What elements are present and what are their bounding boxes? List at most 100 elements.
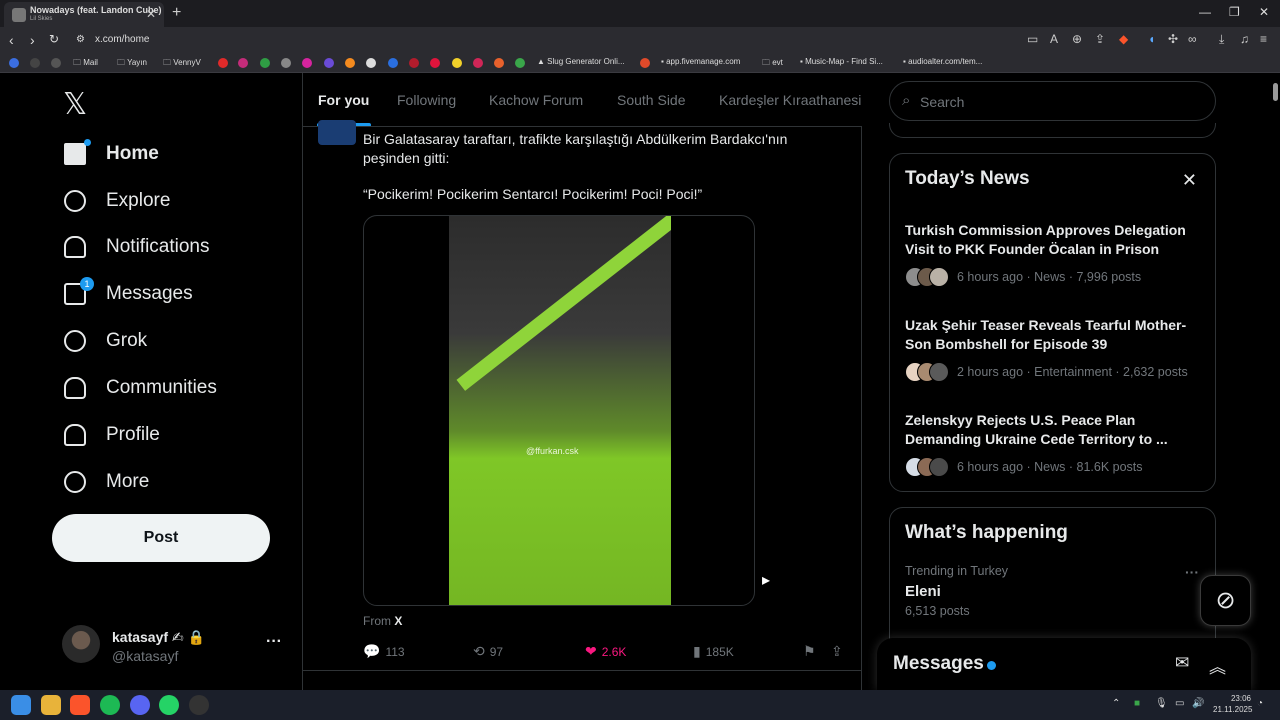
back-icon[interactable]: ‹	[9, 32, 14, 48]
notification-icon[interactable]: ◔	[1257, 698, 1263, 709]
bookmark-icon[interactable]	[302, 58, 312, 68]
app-icon[interactable]	[189, 695, 209, 715]
site-info-icon[interactable]: ⚙	[76, 34, 85, 45]
translate-icon[interactable]: A	[1050, 32, 1058, 46]
url-field[interactable]: x.com/home	[95, 34, 149, 45]
bookmark-icon[interactable]	[640, 58, 650, 68]
tab-south-side[interactable]: South Side	[617, 92, 686, 108]
post-source-link[interactable]: X	[394, 614, 402, 628]
more-dots-icon[interactable]: ···	[266, 633, 282, 651]
bookmark-fivemanage[interactable]: ▪ app.fivemanage.com	[661, 57, 740, 66]
bookmark-icon[interactable]	[388, 58, 398, 68]
nav-explore[interactable]: Explore	[64, 183, 170, 219]
nav-messages[interactable]: 1 Messages	[64, 276, 193, 312]
bookmark-icon[interactable]	[238, 58, 248, 68]
views-button[interactable]: ▮ 185K	[693, 643, 734, 660]
discord-icon[interactable]	[130, 695, 150, 715]
more-dots-icon[interactable]: ···	[1185, 564, 1199, 580]
new-message-icon[interactable]: ✉	[1175, 653, 1189, 673]
tray-app-icon[interactable]: ■	[1134, 698, 1140, 709]
forward-icon[interactable]: ›	[30, 32, 35, 48]
tab-close-icon[interactable]: ✕	[146, 7, 156, 21]
bookmark-icon[interactable]	[51, 58, 61, 68]
post-video[interactable]: @ffurkan.csk	[363, 215, 755, 606]
close-icon[interactable]: ✕	[1182, 170, 1197, 191]
bookmark-mail[interactable]: 🗀 Mail	[73, 57, 98, 71]
nav-notifications[interactable]: Notifications	[64, 229, 210, 265]
search-box[interactable]: ⌕ Search	[889, 81, 1216, 121]
bookmark-icon[interactable]	[30, 58, 40, 68]
bookmark-icon[interactable]	[430, 58, 440, 68]
bookmark-icon[interactable]	[366, 58, 376, 68]
x-logo-icon[interactable]: 𝕏	[63, 87, 87, 122]
tab-following[interactable]: Following	[397, 92, 456, 108]
bookmark-icon[interactable]	[260, 58, 270, 68]
browser-tab[interactable]: Nowadays (feat. Landon Cube) Lil Skies ✕	[4, 2, 164, 27]
news-item[interactable]: Zelenskyy Rejects U.S. Peace Plan Demand…	[905, 411, 1205, 477]
new-tab-button[interactable]: +	[172, 4, 181, 22]
brave-shield-icon[interactable]: ◆	[1119, 32, 1128, 46]
share-icon[interactable]: ⇪	[1095, 32, 1105, 46]
repost-button[interactable]: ⟲ 97	[473, 643, 503, 660]
screen-icon[interactable]: ▭	[1027, 32, 1038, 46]
post-author-avatar[interactable]	[318, 120, 356, 145]
spotify-icon[interactable]	[100, 695, 120, 715]
bookmark-slug-generator[interactable]: ▲ Slug Generator Onli...	[537, 57, 625, 66]
mic-icon[interactable]: 🎙	[1155, 698, 1168, 709]
bookmark-icon[interactable]	[515, 58, 525, 68]
account-switcher[interactable]: katasayf ✍ 🔒 @katasayf ···	[62, 623, 292, 673]
download-icon[interactable]: ⤓	[1219, 32, 1224, 47]
file-explorer-icon[interactable]	[41, 695, 61, 715]
clock[interactable]: 23:06 21.11.2025	[1213, 693, 1252, 715]
tab-for-you[interactable]: For you	[318, 92, 369, 108]
messages-drawer[interactable]: Messages ✉ ︽	[877, 638, 1251, 690]
reply-button[interactable]: 💬 113	[363, 643, 405, 660]
whatsapp-icon[interactable]	[159, 695, 179, 715]
zoom-icon[interactable]: ⊕	[1072, 32, 1082, 46]
nav-profile[interactable]: Profile	[64, 417, 160, 453]
bookmark-icon[interactable]	[409, 58, 419, 68]
volume-icon[interactable]: 🔊	[1192, 698, 1204, 709]
brave-icon[interactable]	[70, 695, 90, 715]
expand-icon[interactable]: ︽	[1209, 653, 1226, 678]
bookmark-icon[interactable]	[324, 58, 334, 68]
nav-more[interactable]: More	[64, 464, 149, 500]
tab-kardesler[interactable]: Kardeşler Kıraathanesi	[719, 92, 861, 108]
media-icon[interactable]: ♫	[1240, 32, 1249, 46]
grok-floating-button[interactable]: ⊘	[1200, 575, 1251, 626]
bookmark-icon[interactable]	[218, 58, 228, 68]
bookmark-music-map[interactable]: ▪ Music-Map - Find Si...	[800, 57, 883, 66]
start-icon[interactable]	[11, 695, 31, 715]
bookmark-icon[interactable]	[452, 58, 462, 68]
link-icon[interactable]: ∞	[1188, 32, 1197, 46]
bookmark-vennyv[interactable]: 🗀 VennyV	[163, 57, 201, 71]
network-icon[interactable]: ▭	[1175, 698, 1184, 709]
bookmark-icon[interactable]	[345, 58, 355, 68]
search-input[interactable]: Search	[920, 94, 964, 110]
scrollbar[interactable]	[1270, 73, 1280, 690]
news-item[interactable]: Uzak Şehir Teaser Reveals Tearful Mother…	[905, 316, 1205, 382]
bookmark-icon[interactable]: ⚑	[803, 643, 821, 660]
restore-icon[interactable]: ❐	[1229, 5, 1240, 19]
post-button[interactable]: Post	[52, 514, 270, 562]
bookmark-icon[interactable]	[473, 58, 483, 68]
close-window-icon[interactable]: ✕	[1259, 5, 1269, 19]
nav-communities[interactable]: Communities	[64, 370, 217, 406]
tray-chevron-icon[interactable]: ⌃	[1112, 698, 1120, 709]
nav-home[interactable]: Home	[64, 136, 159, 172]
menu-icon[interactable]: ≡	[1260, 32, 1267, 46]
bookmark-audioalter[interactable]: ▪ audioalter.com/tem...	[903, 57, 982, 66]
nav-grok[interactable]: Grok	[64, 323, 147, 359]
bookmark-icon[interactable]	[494, 58, 504, 68]
reload-icon[interactable]: ↻	[49, 32, 59, 46]
bookmark-icon[interactable]	[9, 58, 19, 68]
share-post-icon[interactable]: ⇪	[831, 643, 848, 660]
tab-kachow-forum[interactable]: Kachow Forum	[489, 92, 583, 108]
extension-audio-icon[interactable]: ◖	[1148, 32, 1155, 46]
bookmark-evt[interactable]: 🗀 evt	[762, 57, 783, 71]
extensions-icon[interactable]: ✣	[1168, 32, 1178, 46]
bookmark-icon[interactable]	[281, 58, 291, 68]
news-item[interactable]: Turkish Commission Approves Delegation V…	[905, 221, 1205, 287]
minimize-icon[interactable]: —	[1199, 5, 1211, 19]
bookmark-yayin[interactable]: 🗀 Yayın	[117, 57, 147, 71]
